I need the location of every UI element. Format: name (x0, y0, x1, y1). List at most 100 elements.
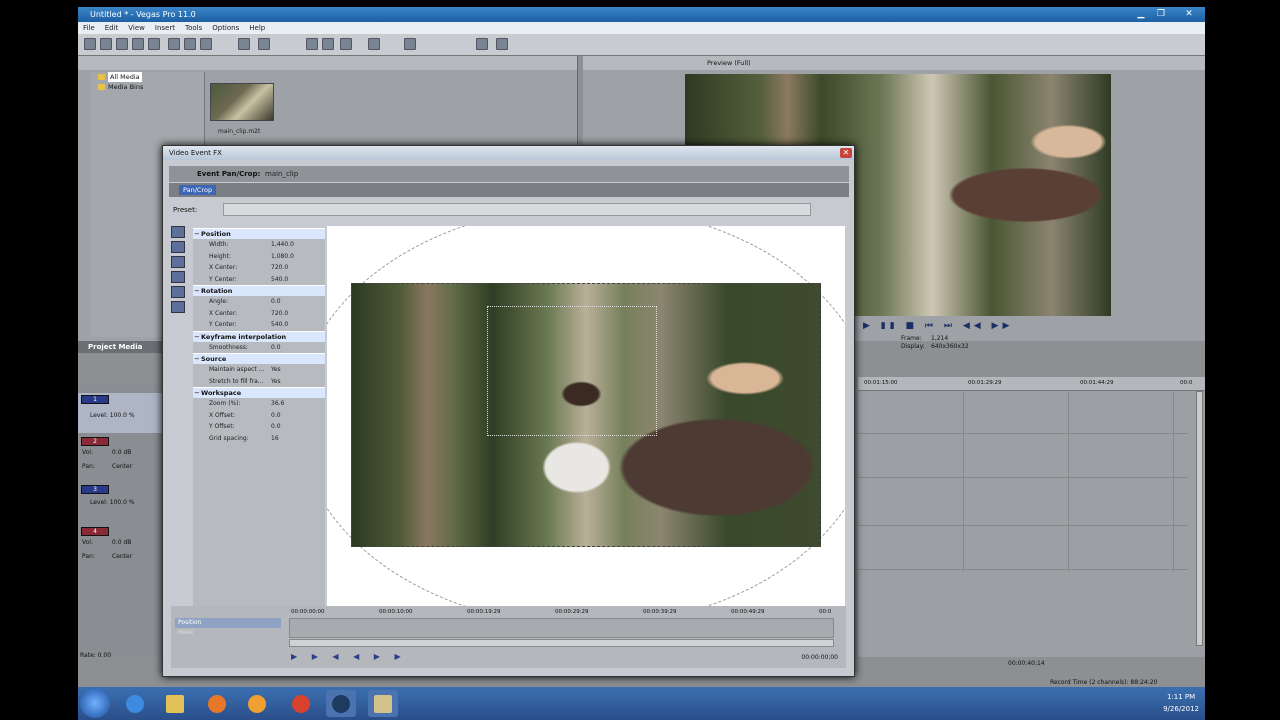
prop-rotation-y-center[interactable]: Y Center: 540.0 (193, 319, 325, 331)
render-icon[interactable] (148, 38, 160, 50)
tab-pan-crop[interactable]: Pan/Crop (179, 185, 217, 195)
ripple-edit-icon[interactable] (496, 38, 508, 50)
track-level[interactable]: Level: 100.0 % (90, 499, 135, 506)
video-event-fx-dialog: Video Event FX ✕ Event Pan/Crop: main_cl… (162, 145, 855, 677)
prop-smoothness[interactable]: Smoothness: 0.0 (193, 342, 325, 354)
normal-edit-icon[interactable] (171, 226, 185, 238)
track-1[interactable]: 1 Level: 100.0 % (78, 393, 162, 433)
section-source[interactable]: Source (193, 353, 325, 365)
system-clock[interactable]: 1:11 PM 9/26/2012 (1163, 691, 1199, 715)
section-position[interactable]: Position (193, 228, 325, 240)
track-pan[interactable]: Pan: Center (82, 553, 132, 560)
tree-item-all-media[interactable]: All Media (90, 72, 204, 82)
menu-view[interactable]: View (123, 22, 150, 34)
tab-project-media[interactable]: Project Media (78, 341, 168, 353)
track-level[interactable]: Level: 100.0 % (90, 412, 135, 419)
media-player-icon[interactable] (242, 690, 272, 717)
preset-dropdown[interactable] (223, 203, 811, 216)
save-icon[interactable] (116, 38, 128, 50)
prop-y-center[interactable]: Y Center: 540.0 (193, 274, 325, 286)
menu-tools[interactable]: Tools (180, 22, 207, 34)
keyframe-ruler[interactable]: 00:00:00:00 00:00:10:00 00:00:19:29 00:0… (289, 606, 841, 618)
maximize-button[interactable]: ❐ (1153, 9, 1169, 20)
file-explorer-icon[interactable] (160, 690, 190, 717)
preview-quality-dropdown[interactable]: Preview (Full) (707, 59, 751, 67)
media-thumbnail[interactable] (210, 83, 274, 121)
internet-explorer-icon[interactable] (120, 690, 150, 717)
menu-help[interactable]: Help (244, 22, 270, 34)
keyframe-scrollbar[interactable] (289, 639, 834, 647)
keyframe-track-mask[interactable]: Mask (175, 628, 281, 638)
zoom-icon[interactable] (171, 256, 185, 268)
move-icon[interactable] (171, 241, 185, 253)
record-time: Record Time (2 channels): 88:24:20 (1050, 679, 1158, 686)
keyframe-track-area[interactable] (289, 618, 834, 638)
section-keyframe-interpolation[interactable]: Keyframe interpolation (193, 330, 325, 343)
windows-taskbar: 1:11 PM 9/26/2012 (78, 687, 1205, 720)
selection-tool-icon[interactable] (340, 38, 352, 50)
paste-icon[interactable] (200, 38, 212, 50)
lock-envelopes-icon[interactable] (476, 38, 488, 50)
prop-height[interactable]: Height: 1,080.0 (193, 251, 325, 263)
save-as-icon[interactable] (132, 38, 144, 50)
prop-grid-spacing[interactable]: Grid spacing: 16 (193, 433, 325, 445)
vegas-icon[interactable] (326, 690, 356, 717)
clock-time: 1:11 PM (1166, 693, 1196, 701)
track-pan[interactable]: Pan: Center (82, 463, 132, 470)
prop-angle[interactable]: Angle: 0.0 (193, 296, 325, 308)
menu-edit[interactable]: Edit (100, 22, 124, 34)
snapping-icon[interactable] (404, 38, 416, 50)
rotate-icon[interactable] (171, 271, 185, 283)
prop-x-center[interactable]: X Center: 720.0 (193, 262, 325, 274)
tree-item-media-bins[interactable]: Media Bins (90, 82, 204, 92)
lock-aspect-icon[interactable] (171, 286, 185, 298)
track-volume[interactable]: Vol: 0.0 dB (82, 449, 131, 456)
track-3[interactable]: 3 Level: 100.0 % (78, 483, 162, 523)
folder-icon (98, 84, 105, 90)
prop-x-offset[interactable]: X Offset: 0.0 (193, 410, 325, 422)
zoom-tool-icon[interactable] (368, 38, 380, 50)
timeline-vertical-scrollbar[interactable] (1196, 391, 1203, 646)
start-button[interactable] (80, 688, 110, 718)
timeline-area[interactable]: 00:01:15:00 00:01:29:29 00:01:44:29 00:0 (858, 377, 1205, 657)
open-icon[interactable] (100, 38, 112, 50)
fx-chain-header: Event Pan/Crop: main_clip (169, 166, 849, 182)
track-volume[interactable]: Vol: 0.0 dB (82, 539, 131, 546)
scale-about-center-icon[interactable] (171, 301, 185, 313)
track-4[interactable]: 4 Vol: 0.0 dB Pan: Center (78, 525, 162, 569)
prop-width[interactable]: Width: 1,440.0 (193, 239, 325, 251)
prop-y-offset[interactable]: Y Offset: 0.0 (193, 421, 325, 433)
menu-insert[interactable]: Insert (150, 22, 180, 34)
cut-icon[interactable] (168, 38, 180, 50)
redo-icon[interactable] (258, 38, 270, 50)
prop-rotation-x-center[interactable]: X Center: 720.0 (193, 308, 325, 320)
envelope-tool-icon[interactable] (322, 38, 334, 50)
section-workspace[interactable]: Workspace (193, 387, 325, 399)
preview-toolbar: Preview (Full) (583, 56, 1205, 70)
dialog-close-button[interactable]: ✕ (840, 148, 852, 158)
new-icon[interactable] (84, 38, 96, 50)
firefox-icon[interactable] (202, 690, 232, 717)
transport-controls[interactable]: ▶ ▮▮ ■ ⏮ ⏭ ◀◀ ▶▶ (863, 321, 1013, 331)
fx-header-title: Event Pan/Crop: (197, 170, 261, 178)
prop-zoom[interactable]: Zoom (%): 36.6 (193, 398, 325, 410)
prop-stretch-to-fill[interactable]: Stretch to fill fra... Yes (193, 376, 325, 388)
keyframe-controls[interactable]: ▶ ▶ ◀ ◀ ▶ ▶ (291, 652, 407, 661)
copy-icon[interactable] (184, 38, 196, 50)
app-icon[interactable] (368, 690, 398, 717)
section-rotation[interactable]: Rotation (193, 285, 325, 297)
close-button[interactable]: ✕ (1181, 9, 1197, 20)
track-number: 2 (81, 437, 109, 446)
undo-icon[interactable] (238, 38, 250, 50)
minimize-button[interactable]: ▁ (1133, 9, 1149, 20)
prop-maintain-aspect[interactable]: Maintain aspect ... Yes (193, 364, 325, 376)
menu-file[interactable]: File (78, 22, 100, 34)
track-2[interactable]: 2 Vol: 0.0 dB Pan: Center (78, 435, 162, 479)
pan-crop-workspace[interactable] (327, 226, 845, 606)
normal-edit-tool-icon[interactable] (306, 38, 318, 50)
chrome-icon[interactable] (286, 690, 316, 717)
track-number: 3 (81, 485, 109, 494)
timeline-ruler[interactable]: 00:01:15:00 00:01:29:29 00:01:44:29 00:0 (858, 377, 1205, 391)
menu-options[interactable]: Options (207, 22, 244, 34)
keyframe-track-position[interactable]: Position (175, 618, 281, 628)
